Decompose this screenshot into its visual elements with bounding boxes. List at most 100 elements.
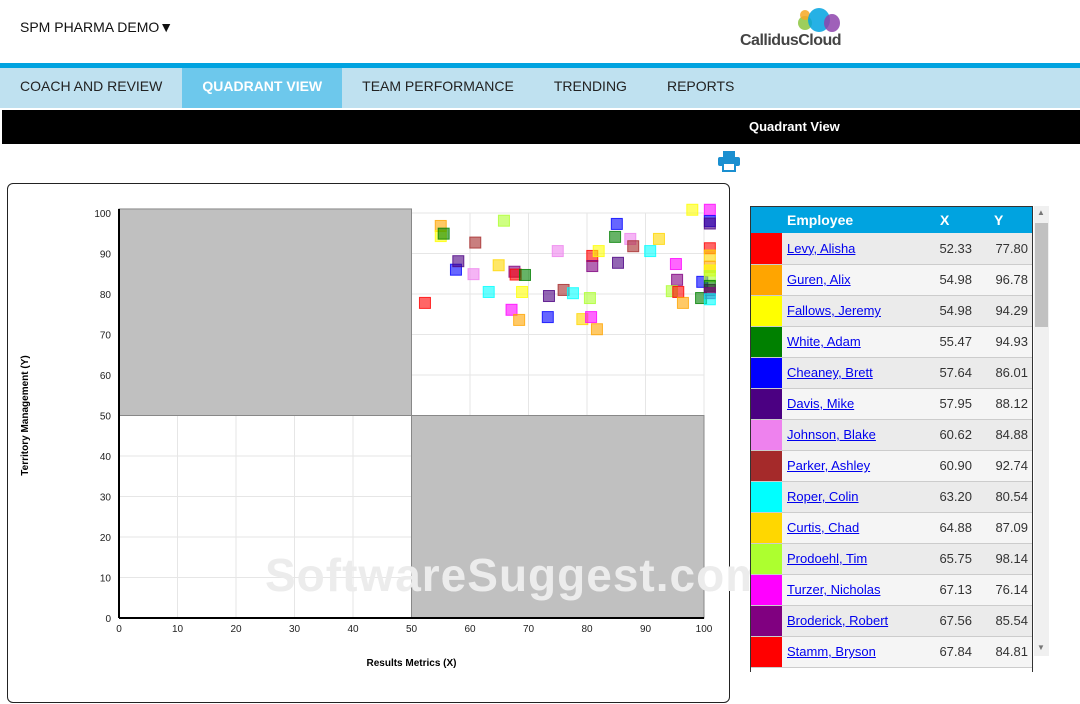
y-value: 92.74 [972, 450, 1032, 482]
scroll-down-icon[interactable]: ▼ [1037, 643, 1045, 652]
x-value: 57.64 [914, 357, 972, 389]
data-point [612, 256, 625, 269]
y-value: 94.93 [972, 326, 1032, 358]
y-tick-label: 70 [100, 331, 112, 342]
scrollbar-thumb[interactable] [1035, 223, 1048, 327]
y-tick-label: 80 [100, 290, 112, 301]
employee-cell: Prodoehl, Tim [782, 543, 914, 575]
y-value: 80.54 [972, 481, 1032, 513]
data-point [482, 285, 495, 298]
y-tick-label: 90 [100, 250, 112, 261]
x-tick-label: 80 [581, 624, 593, 635]
data-point [644, 245, 657, 258]
employee-link[interactable]: Levy, Alisha [787, 241, 855, 256]
data-point [652, 232, 665, 245]
employee-link[interactable]: White, Adam [787, 334, 861, 349]
callidus-logo: CallidusCloud [738, 6, 848, 52]
data-point [518, 268, 531, 281]
employee-table-container: Employee X Y Levy, Alisha 52.33 77.80 Gu… [750, 206, 1033, 672]
org-selector[interactable]: SPM PHARMA DEMO▼ [20, 19, 173, 35]
color-swatch [751, 574, 782, 606]
y-value: 77.80 [972, 233, 1032, 265]
data-point [590, 323, 603, 336]
table-scrollbar[interactable]: ▲ ▼ [1034, 206, 1049, 656]
x-value: 64.88 [914, 512, 972, 544]
table-row: Fallows, Jeremy 54.98 94.29 [751, 295, 1032, 327]
table-row: Parker, Ashley 60.90 92.74 [751, 450, 1032, 482]
employee-link[interactable]: Guren, Alix [787, 272, 851, 287]
employee-link[interactable]: Parker, Ashley [787, 458, 870, 473]
x-tick-label: 30 [289, 624, 301, 635]
main-nav: COACH AND REVIEW QUADRANT VIEW TEAM PERF… [0, 68, 1080, 108]
y-value: 86.01 [972, 357, 1032, 389]
x-tick-label: 40 [347, 624, 359, 635]
color-swatch [751, 326, 782, 358]
data-point [492, 259, 505, 272]
employee-link[interactable]: Cheaney, Brett [787, 365, 873, 380]
data-point [452, 255, 465, 268]
x-tick-label: 10 [172, 624, 184, 635]
employee-link[interactable]: Fallows, Jeremy [787, 303, 881, 318]
quadrant-top-left [118, 208, 412, 417]
data-point [497, 214, 510, 227]
tab-team-performance[interactable]: TEAM PERFORMANCE [342, 68, 534, 108]
table-row: Stamm, Bryson 67.84 84.81 [751, 636, 1032, 668]
employee-cell: Broderick, Robert [782, 605, 914, 637]
x-value: 63.20 [914, 481, 972, 513]
y-value: 76.14 [972, 574, 1032, 606]
employee-link[interactable]: Davis, Mike [787, 396, 854, 411]
printer-icon[interactable] [716, 150, 742, 172]
employee-link[interactable]: Broderick, Robert [787, 613, 888, 628]
y-value: 87.09 [972, 512, 1032, 544]
table-row: Prodoehl, Tim 65.75 98.14 [751, 543, 1032, 575]
data-point [627, 240, 640, 253]
color-swatch [751, 636, 782, 668]
y-tick-label: 100 [94, 209, 111, 220]
tab-quadrant-view[interactable]: QUADRANT VIEW [182, 68, 343, 108]
data-point [583, 292, 596, 305]
employee-link[interactable]: Johnson, Blake [787, 427, 876, 442]
employee-link[interactable]: Roper, Colin [787, 489, 859, 504]
table-row: Davis, Mike 57.95 88.12 [751, 388, 1032, 420]
employee-link[interactable]: Prodoehl, Tim [787, 551, 867, 566]
employee-header: Employee [782, 207, 914, 233]
x-tick-label: 60 [464, 624, 476, 635]
employee-cell: Parker, Ashley [782, 450, 914, 482]
table-row: Johnson, Blake 60.62 84.88 [751, 419, 1032, 451]
data-point [703, 293, 716, 306]
y-tick-label: 60 [100, 371, 112, 382]
data-point [469, 236, 482, 249]
data-point [686, 203, 699, 216]
employee-cell: Stamm, Bryson [782, 636, 914, 668]
color-header [751, 207, 782, 233]
data-point [505, 303, 518, 316]
table-row: Turzer, Nicholas 67.13 76.14 [751, 574, 1032, 606]
y-value: 88.12 [972, 388, 1032, 420]
x-tick-label: 90 [640, 624, 652, 635]
scroll-up-icon[interactable]: ▲ [1037, 208, 1045, 217]
tab-coach-and-review[interactable]: COACH AND REVIEW [0, 68, 182, 108]
employee-link[interactable]: Stamm, Bryson [787, 644, 876, 659]
employee-cell: Cheaney, Brett [782, 357, 914, 389]
y-value: 98.14 [972, 543, 1032, 575]
tab-reports[interactable]: REPORTS [647, 68, 754, 108]
data-point [671, 273, 684, 286]
table-row: Broderick, Robert 67.56 85.54 [751, 605, 1032, 637]
data-point [418, 296, 431, 309]
employee-cell: Johnson, Blake [782, 419, 914, 451]
employee-cell: Davis, Mike [782, 388, 914, 420]
table-row: Guren, Alix 54.98 96.78 [751, 264, 1032, 296]
table-row: White, Adam 55.47 94.93 [751, 326, 1032, 358]
x-value: 55.47 [914, 326, 972, 358]
color-swatch [751, 233, 782, 265]
employee-link[interactable]: Curtis, Chad [787, 520, 859, 535]
x-value: 65.75 [914, 543, 972, 575]
data-point [516, 285, 529, 298]
x-value: 67.84 [914, 636, 972, 668]
y-tick-label: 30 [100, 493, 112, 504]
employee-link[interactable]: Turzer, Nicholas [787, 582, 880, 597]
data-point [542, 290, 555, 303]
quadrant-bottom-right [411, 415, 705, 619]
x-value: 60.62 [914, 419, 972, 451]
tab-trending[interactable]: TRENDING [534, 68, 647, 108]
